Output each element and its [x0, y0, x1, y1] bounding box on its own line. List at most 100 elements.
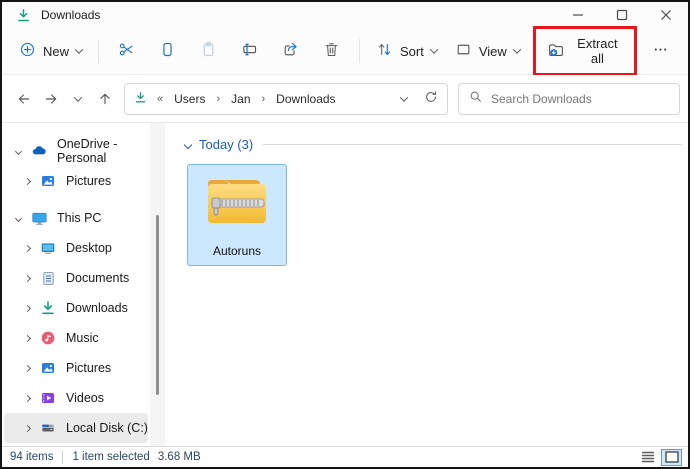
cut-icon: [118, 41, 135, 61]
address-dropdown-icon[interactable]: [400, 93, 408, 101]
onedrive-cloud-icon: [30, 142, 48, 160]
items-count: 94 items: [10, 451, 53, 463]
selection-count: 1 item selected: [72, 451, 149, 463]
new-button[interactable]: New: [10, 35, 91, 67]
rename-button[interactable]: [229, 35, 270, 67]
breadcrumb-separator: ›: [213, 93, 223, 105]
window-title: Downloads: [41, 8, 100, 22]
chevron-down-icon: [73, 93, 81, 101]
sidebar-item-music[interactable]: Music: [4, 323, 148, 353]
chevron-right-icon: [24, 244, 31, 251]
up-button[interactable]: [91, 85, 118, 112]
view-toggles: [637, 449, 682, 466]
sort-icon: [376, 41, 393, 61]
downloads-icon: [39, 299, 57, 317]
sidebar-item-label: Desktop: [66, 241, 112, 255]
breadcrumb-overflow[interactable]: «: [154, 93, 166, 105]
share-button[interactable]: [270, 35, 311, 67]
trash-icon: [323, 41, 340, 61]
view-button[interactable]: View: [446, 35, 529, 67]
toolbar-divider: [98, 39, 99, 63]
maximize-button[interactable]: [600, 2, 644, 28]
sidebar-item-label: Pictures: [66, 174, 111, 188]
group-header-label: Today (3): [199, 137, 253, 152]
sort-button[interactable]: Sort: [367, 35, 446, 67]
search-box[interactable]: [458, 83, 680, 115]
large-thumbnails-view-button[interactable]: [661, 449, 682, 466]
music-icon: [39, 329, 57, 347]
delete-button[interactable]: [311, 35, 352, 67]
sidebar-item-onedrive[interactable]: OneDrive - Personal: [4, 136, 148, 166]
extract-all-button[interactable]: Extract all: [538, 30, 632, 72]
chevron-right-icon: [24, 364, 31, 371]
file-item-autoruns[interactable]: Autoruns: [187, 164, 287, 266]
chevron-down-icon: [430, 45, 438, 53]
status-divider: [62, 451, 63, 464]
sidebar-item-label: Pictures: [66, 361, 111, 375]
window-controls: [556, 2, 688, 28]
sidebar-item-downloads[interactable]: Downloads: [4, 293, 148, 323]
videos-icon: [39, 389, 57, 407]
group-header-today[interactable]: Today (3): [185, 137, 682, 152]
chevron-down-icon: [15, 214, 22, 221]
details-view-button[interactable]: [637, 449, 658, 466]
chevron-right-icon: [24, 177, 31, 184]
group-header-rule: [263, 144, 682, 145]
file-list-area: Today (3): [165, 123, 688, 446]
file-item-label: Autoruns: [213, 244, 261, 258]
ellipsis-icon: [653, 42, 668, 60]
local-disk-icon: [39, 419, 57, 437]
scrollbar-thumb[interactable]: [156, 215, 159, 395]
sidebar-item-label: Music: [66, 331, 99, 345]
minimize-button[interactable]: [556, 2, 600, 28]
breadcrumb-segment-downloads[interactable]: Downloads: [275, 92, 336, 106]
copy-icon: [159, 41, 176, 61]
breadcrumb-segment-users[interactable]: Users: [173, 92, 206, 106]
paste-icon: [200, 41, 217, 61]
sidebar-item-documents[interactable]: Documents: [4, 263, 148, 293]
recent-locations-button[interactable]: [64, 85, 91, 112]
chevron-down-icon: [75, 45, 83, 53]
extract-all-icon: [547, 41, 565, 62]
back-button[interactable]: [10, 85, 37, 112]
desktop-icon: [39, 239, 57, 257]
copy-button[interactable]: [147, 35, 188, 67]
cut-button[interactable]: [106, 35, 147, 67]
sidebar-item-pictures-onedrive[interactable]: Pictures: [4, 166, 148, 196]
forward-button[interactable]: [37, 85, 64, 112]
sidebar-item-label: This PC: [57, 211, 101, 225]
address-breadcrumb-bar[interactable]: « Users › Jan › Downloads: [124, 83, 448, 115]
sidebar-item-label: Local Disk (C:): [66, 421, 148, 435]
more-options-button[interactable]: [641, 36, 680, 66]
chevron-right-icon: [24, 334, 31, 341]
address-bar-row: « Users › Jan › Downloads: [2, 75, 688, 123]
sidebar-item-this-pc[interactable]: This PC: [4, 203, 148, 233]
selection-size: 3.68 MB: [158, 451, 201, 463]
search-input[interactable]: [491, 92, 669, 106]
sidebar-item-pictures[interactable]: Pictures: [4, 353, 148, 383]
sidebar-scrollbar[interactable]: [150, 123, 165, 446]
breadcrumb-segment-jan[interactable]: Jan: [230, 92, 251, 106]
sidebar-item-label: Downloads: [66, 301, 128, 315]
chevron-down-icon: [15, 147, 22, 154]
status-bar: 94 items 1 item selected 3.68 MB: [2, 446, 688, 467]
sidebar-item-desktop[interactable]: Desktop: [4, 233, 148, 263]
paste-button[interactable]: [188, 35, 229, 67]
toolbar-divider: [359, 39, 360, 63]
documents-icon: [39, 269, 57, 287]
zipped-folder-icon: [204, 175, 270, 236]
pictures-icon: [39, 172, 57, 190]
sidebar-item-videos[interactable]: Videos: [4, 383, 148, 413]
sidebar-item-local-disk-c[interactable]: Local Disk (C:): [4, 413, 148, 443]
chevron-down-icon: [513, 45, 521, 53]
chevron-right-icon: [24, 424, 31, 431]
extract-all-highlight-box: Extract all: [533, 26, 637, 76]
refresh-icon[interactable]: [424, 90, 438, 107]
downloads-icon: [134, 91, 147, 107]
chevron-right-icon: [24, 304, 31, 311]
rename-icon: [241, 41, 258, 61]
close-button[interactable]: [644, 2, 688, 28]
sort-button-label: Sort: [400, 44, 424, 59]
sidebar-item-label: Documents: [66, 271, 129, 285]
toolbar-right-group: Sort View: [352, 26, 680, 76]
